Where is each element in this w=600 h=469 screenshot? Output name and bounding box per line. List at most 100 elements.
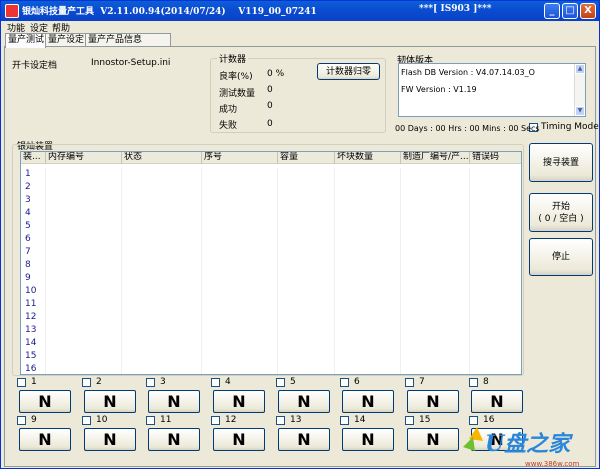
slot-1-checkbox[interactable]: [17, 378, 26, 387]
table-row[interactable]: 14: [21, 337, 521, 350]
slot-7-status-button[interactable]: N: [407, 390, 459, 413]
slot-13-status-button[interactable]: N: [278, 428, 330, 451]
column-divider: [334, 207, 335, 220]
table-row[interactable]: 13: [21, 324, 521, 337]
table-row[interactable]: 6: [21, 233, 521, 246]
table-row[interactable]: 7: [21, 246, 521, 259]
column-divider: [121, 259, 122, 272]
slot-5-status-button[interactable]: N: [278, 390, 330, 413]
table-row[interactable]: 1: [21, 168, 521, 181]
stop-button[interactable]: 停止: [529, 238, 593, 276]
column-divider: [521, 246, 522, 259]
row-number: 9: [25, 273, 31, 283]
column-divider: [469, 220, 470, 233]
row-number: 7: [25, 247, 31, 257]
close-button[interactable]: X: [580, 3, 596, 19]
column-divider: [201, 298, 202, 311]
slot-9-checkbox[interactable]: [17, 416, 26, 425]
slot-12-status-button[interactable]: N: [213, 428, 265, 451]
slot-2-status-button[interactable]: N: [84, 390, 136, 413]
slot-7-checkbox[interactable]: [405, 378, 414, 387]
tab-production-settings[interactable]: 量产设定: [45, 33, 86, 47]
start-button[interactable]: 开始 ( 0 / 空白 ): [529, 193, 593, 232]
row-number: 2: [25, 182, 31, 192]
slot-6-status-button[interactable]: N: [342, 390, 394, 413]
column-divider: [400, 181, 401, 194]
settings-file-label: 开卡设定档: [12, 61, 58, 71]
device-table[interactable]: 装... 内存编号 状态 序号 容量 坏块数量 制造厂编号/产... 错误码 1…: [20, 151, 522, 375]
table-row[interactable]: 2: [21, 181, 521, 194]
scroll-down-icon[interactable]: ▼: [575, 106, 585, 116]
slot-6-label: 6: [354, 377, 360, 387]
table-row[interactable]: 12: [21, 311, 521, 324]
col-capacity[interactable]: 容量: [278, 152, 335, 164]
table-row[interactable]: 8: [21, 259, 521, 272]
slot-9-status-button[interactable]: N: [19, 428, 71, 451]
slot-4-checkbox[interactable]: [211, 378, 220, 387]
column-divider: [469, 194, 470, 207]
column-divider: [400, 233, 401, 246]
table-row[interactable]: 10: [21, 285, 521, 298]
slot-15-checkbox[interactable]: [405, 416, 414, 425]
slot-12-checkbox[interactable]: [211, 416, 220, 425]
tab-product-info[interactable]: 量产产品信息: [85, 33, 171, 47]
column-divider: [45, 194, 46, 207]
firmware-scrollbar[interactable]: ▲ ▼: [574, 64, 585, 116]
slot-11-checkbox[interactable]: [146, 416, 155, 425]
slot-14-status-button[interactable]: N: [342, 428, 394, 451]
maximize-button[interactable]: □: [562, 3, 578, 19]
column-divider: [201, 363, 202, 374]
slot-5-checkbox[interactable]: [276, 378, 285, 387]
table-row[interactable]: 3: [21, 194, 521, 207]
minimize-button[interactable]: _: [544, 3, 560, 19]
column-divider: [201, 259, 202, 272]
slot-11-status-button[interactable]: N: [148, 428, 200, 451]
slot-3-checkbox[interactable]: [146, 378, 155, 387]
slot-15-status-button[interactable]: N: [407, 428, 459, 451]
table-row[interactable]: 9: [21, 272, 521, 285]
slot-4-status-button[interactable]: N: [213, 390, 265, 413]
scroll-up-icon[interactable]: ▲: [575, 64, 585, 74]
row-number: 14: [25, 338, 37, 348]
slot-1-label: 1: [31, 377, 37, 387]
col-device[interactable]: 装...: [21, 152, 46, 164]
slot-10-status-button[interactable]: N: [84, 428, 136, 451]
column-divider: [521, 298, 522, 311]
col-serial[interactable]: 序号: [202, 152, 278, 164]
slot-10-checkbox[interactable]: [82, 416, 91, 425]
search-devices-button[interactable]: 搜寻装置: [529, 143, 593, 182]
slot-2-checkbox[interactable]: [82, 378, 91, 387]
column-divider: [400, 324, 401, 337]
column-divider: [121, 272, 122, 285]
column-divider: [277, 311, 278, 324]
column-divider: [277, 259, 278, 272]
table-row[interactable]: 5: [21, 220, 521, 233]
col-bad-blocks[interactable]: 坏块数量: [335, 152, 401, 164]
slot-14-checkbox[interactable]: [340, 416, 349, 425]
slot-8-checkbox[interactable]: [469, 378, 478, 387]
slot-1-status-button[interactable]: N: [19, 390, 71, 413]
column-divider: [521, 181, 522, 194]
table-row[interactable]: 15: [21, 350, 521, 363]
col-status[interactable]: 状态: [122, 152, 202, 164]
success-value: 0: [267, 101, 273, 111]
col-error-code[interactable]: 错误码: [470, 152, 521, 164]
column-divider: [400, 194, 401, 207]
table-row[interactable]: 16: [21, 363, 521, 374]
tab-production-test[interactable]: 量产测试: [5, 33, 46, 48]
column-divider: [121, 194, 122, 207]
table-row[interactable]: 11: [21, 298, 521, 311]
slot-13-checkbox[interactable]: [276, 416, 285, 425]
column-divider: [45, 363, 46, 374]
col-memory-id[interactable]: 内存编号: [46, 152, 122, 164]
fail-label: 失败: [219, 121, 238, 131]
slot-8-status-button[interactable]: N: [471, 390, 523, 413]
counter-reset-button[interactable]: 计数器归零: [317, 63, 380, 80]
column-divider: [334, 285, 335, 298]
title-bar: 银灿科技量产工具 V2.11.00.94(2014/07/24) V119_00…: [1, 1, 599, 21]
col-vendor-id[interactable]: 制造厂编号/产...: [401, 152, 470, 164]
table-row[interactable]: 4: [21, 207, 521, 220]
row-number: 6: [25, 234, 31, 244]
slot-6-checkbox[interactable]: [340, 378, 349, 387]
slot-3-status-button[interactable]: N: [148, 390, 200, 413]
